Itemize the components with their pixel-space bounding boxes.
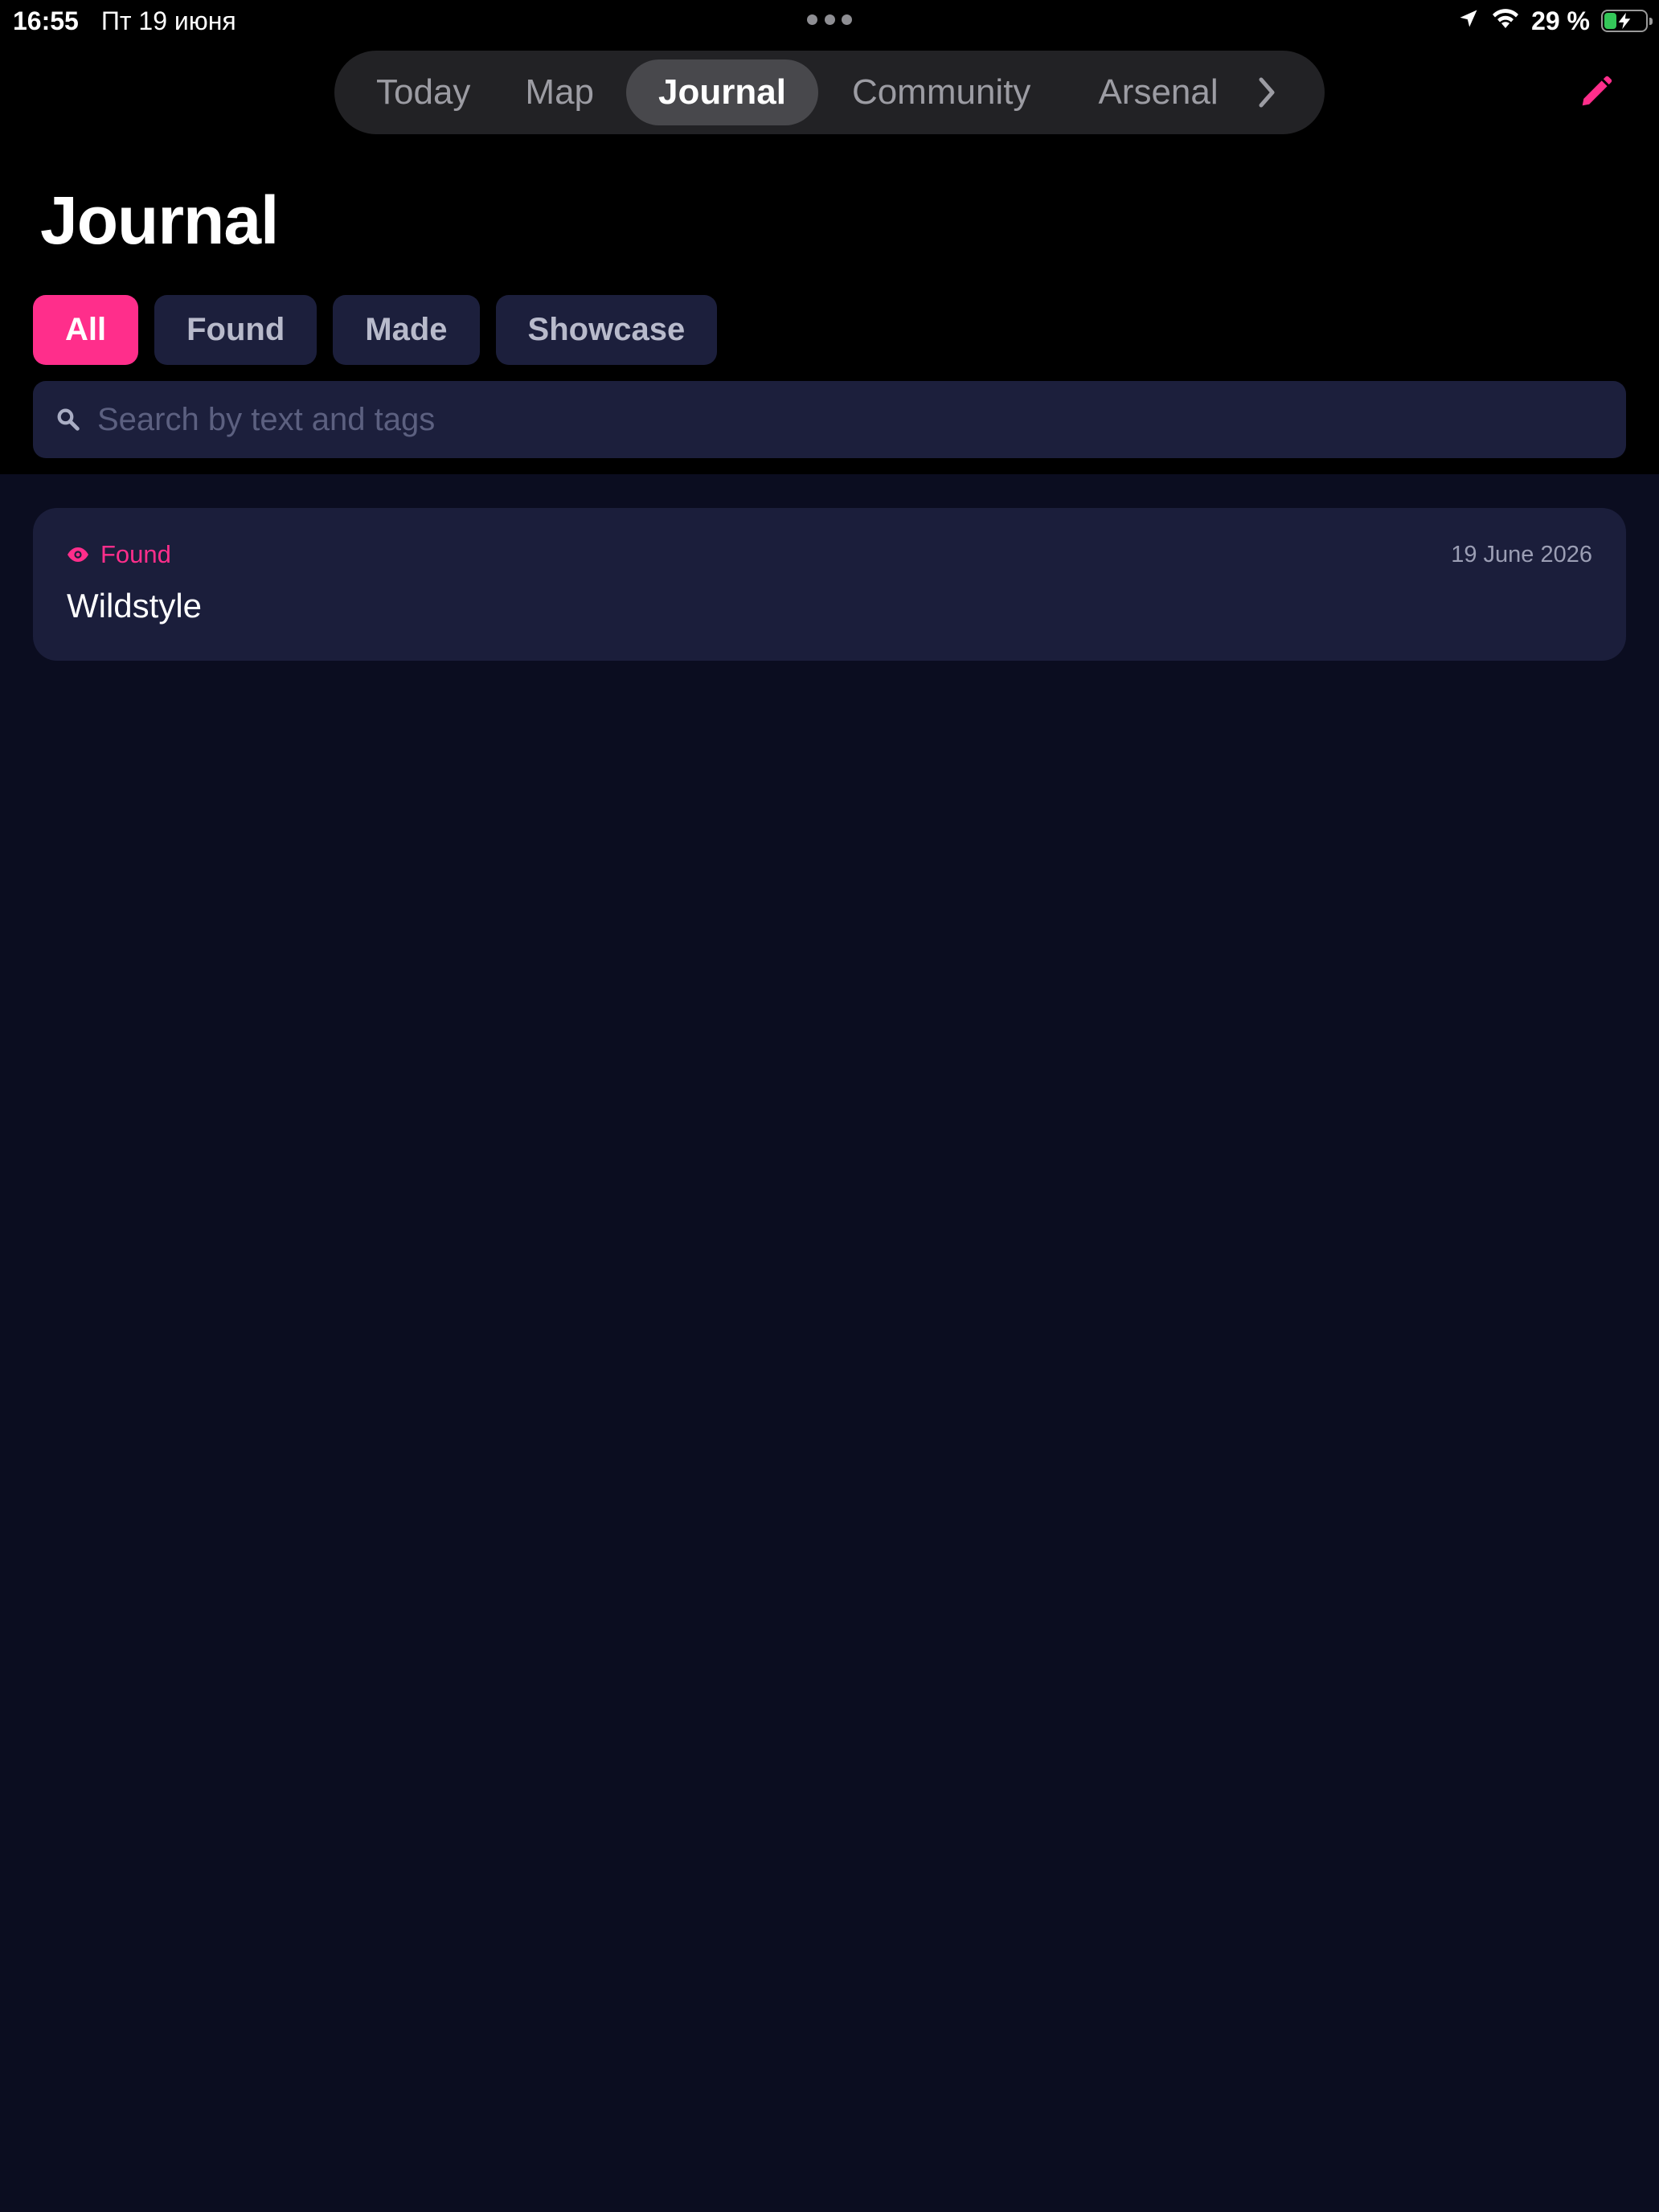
filter-made[interactable]: Made (333, 295, 480, 365)
eye-icon (67, 540, 89, 569)
status-date: Пт 19 июня (100, 6, 236, 35)
filter-all[interactable]: All (33, 295, 139, 365)
pencil-icon[interactable] (1575, 71, 1617, 113)
search-bar[interactable] (33, 381, 1626, 458)
location-arrow-icon (1457, 6, 1480, 36)
multitasking-dots-icon[interactable] (807, 14, 852, 26)
search-input[interactable] (84, 381, 1626, 458)
tab-map[interactable]: Map (490, 59, 626, 125)
status-bar-left: 16:55 Пт 19 июня (13, 5, 236, 37)
status-bar-right: 29 % (1457, 5, 1653, 37)
tab-today[interactable]: Today (357, 59, 490, 125)
battery-charging-icon (1601, 10, 1653, 32)
top-tab-bar: Today Map Journal Community Arsenal (334, 51, 1325, 134)
entry-title: Wildstyle (67, 587, 203, 625)
status-time: 16:55 (13, 6, 79, 35)
entry-kind: Found (67, 539, 171, 571)
header-area: 16:55 Пт 19 июня 29 % Today Map Journal … (0, 0, 1659, 474)
page-title: Journal (40, 182, 279, 258)
chevron-right-icon[interactable] (1243, 59, 1291, 125)
entry-kind-label: Found (100, 540, 171, 568)
tab-arsenal[interactable]: Arsenal (1064, 59, 1242, 125)
battery-percent: 29 % (1531, 6, 1590, 35)
tab-community[interactable]: Community (818, 59, 1065, 125)
search-icon (52, 403, 84, 436)
wifi-icon (1491, 6, 1520, 36)
journal-entry-card[interactable]: Found 19 June 2026 Wildstyle (33, 508, 1626, 661)
filter-found[interactable]: Found (154, 295, 317, 365)
filter-showcase[interactable]: Showcase (495, 295, 718, 365)
entry-date: 19 June 2026 (1451, 541, 1592, 567)
tab-journal[interactable]: Journal (626, 59, 818, 125)
filter-chips: All Found Made Showcase (33, 295, 718, 365)
